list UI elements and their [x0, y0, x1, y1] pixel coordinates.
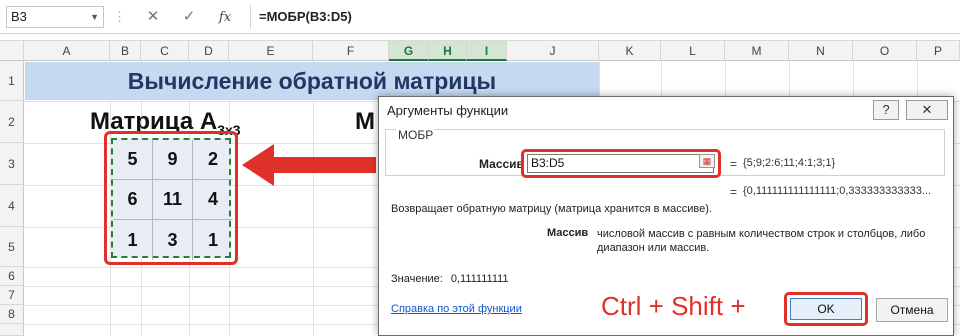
row-header[interactable]: 5: [0, 227, 24, 267]
name-box[interactable]: B3 ▼: [6, 6, 104, 28]
help-button[interactable]: ?: [873, 100, 899, 120]
column-header[interactable]: E: [229, 41, 313, 61]
check-icon: ✓: [182, 8, 196, 25]
column-header[interactable]: D: [189, 41, 229, 61]
column-header[interactable]: F: [313, 41, 389, 61]
column-header[interactable]: O: [853, 41, 917, 61]
matrix-cell[interactable]: 3: [153, 220, 193, 260]
value-label: Значение:: [391, 273, 443, 285]
argument-input[interactable]: B3:D5: [527, 154, 714, 173]
drag-handle-icon[interactable]: ⋮: [113, 8, 126, 26]
column-header[interactable]: C: [141, 41, 189, 61]
matrix-cell[interactable]: 6: [113, 180, 153, 220]
insert-function-button[interactable]: fx: [214, 7, 236, 27]
matrix-highlight: 5 9 2 6 11 4 1 3 1: [104, 131, 238, 265]
matrix-cell[interactable]: 2: [193, 140, 233, 180]
cancel-button[interactable]: Отмена: [876, 298, 948, 322]
collapse-dialog-button[interactable]: ▦: [699, 154, 715, 168]
matrix-cell[interactable]: 1: [113, 220, 153, 260]
formula-bar: B3 ▼ ⋮ ✕ ✓ fx =МОБР(B3:D5): [0, 0, 960, 34]
close-icon: ✕: [146, 8, 160, 25]
name-box-value: B3: [11, 9, 27, 24]
column-header[interactable]: B: [110, 41, 141, 61]
argument-description-name: Массив: [547, 227, 589, 239]
ok-button-highlight: OK: [784, 292, 868, 326]
argument-label: Массив: [479, 157, 524, 171]
select-all-corner[interactable]: [0, 41, 24, 61]
arrow-left-icon: [242, 144, 376, 186]
cancel-entry-button[interactable]: ✕: [142, 7, 164, 27]
column-header[interactable]: I: [467, 41, 507, 61]
row-header[interactable]: [0, 324, 24, 336]
column-header[interactable]: L: [661, 41, 725, 61]
matrix-cell[interactable]: 9: [153, 140, 193, 180]
matrix-b-label: М: [355, 108, 375, 135]
row-header[interactable]: 4: [0, 185, 24, 227]
question-icon: ?: [882, 102, 890, 117]
column-header[interactable]: K: [599, 41, 661, 61]
result-equals: =: [730, 185, 738, 199]
function-name: МОБР: [396, 128, 436, 142]
column-header[interactable]: A: [24, 41, 110, 61]
row-header[interactable]: 1: [0, 61, 24, 101]
function-arguments-dialog: Аргументы функции ? ✕ МОБР Массив B3:D5 …: [378, 96, 954, 336]
matrix-cell[interactable]: 11: [153, 180, 193, 220]
row-header[interactable]: 6: [0, 267, 24, 286]
row-header[interactable]: 3: [0, 143, 24, 185]
value-row: Значение: 0,111111111: [391, 273, 509, 285]
matrix-cell[interactable]: 1: [193, 220, 233, 260]
column-header[interactable]: G: [389, 41, 429, 61]
argument-equals: =: [730, 157, 738, 171]
result-preview: {0,111111111111111;0,333333333333...: [743, 185, 931, 197]
chevron-down-icon[interactable]: ▼: [90, 7, 99, 27]
row-header[interactable]: 7: [0, 286, 24, 305]
value: 0,111111111: [450, 273, 509, 285]
argument-description: числовой массив с равным количеством стр…: [597, 228, 926, 254]
ok-button[interactable]: OK: [790, 298, 862, 320]
close-button[interactable]: ✕: [906, 100, 948, 120]
row-header[interactable]: 2: [0, 101, 24, 143]
keyboard-hint: Ctrl + Shift +: [601, 291, 746, 321]
column-header-bar: A B C D E F G H I J K L M N O P: [0, 40, 960, 61]
function-description: Возвращает обратную матрицу (матрица хра…: [391, 203, 712, 215]
column-header[interactable]: M: [725, 41, 789, 61]
column-header[interactable]: N: [789, 41, 853, 61]
argument-input-highlight: B3:D5 ▦: [521, 149, 721, 178]
matrix-range[interactable]: 5 9 2 6 11 4 1 3 1: [111, 138, 233, 260]
close-icon: ✕: [921, 102, 933, 117]
dialog-title: Аргументы функции: [379, 97, 953, 124]
help-link[interactable]: Справка по этой функции: [391, 303, 522, 315]
function-icon: fx: [218, 10, 232, 25]
matrix-cell[interactable]: 5: [113, 140, 153, 180]
column-header[interactable]: J: [507, 41, 599, 61]
sheet-title: Вычисление обратной матрицы: [25, 62, 599, 100]
argument-evaluated: {5;9;2:6;11;4:1;3;1}: [743, 157, 836, 169]
formula-input[interactable]: =МОБР(B3:D5): [250, 5, 954, 29]
enter-entry-button[interactable]: ✓: [178, 7, 200, 27]
row-header[interactable]: 8: [0, 305, 24, 324]
column-header[interactable]: H: [429, 41, 467, 61]
matrix-cell[interactable]: 4: [193, 180, 233, 220]
column-header[interactable]: P: [917, 41, 960, 61]
